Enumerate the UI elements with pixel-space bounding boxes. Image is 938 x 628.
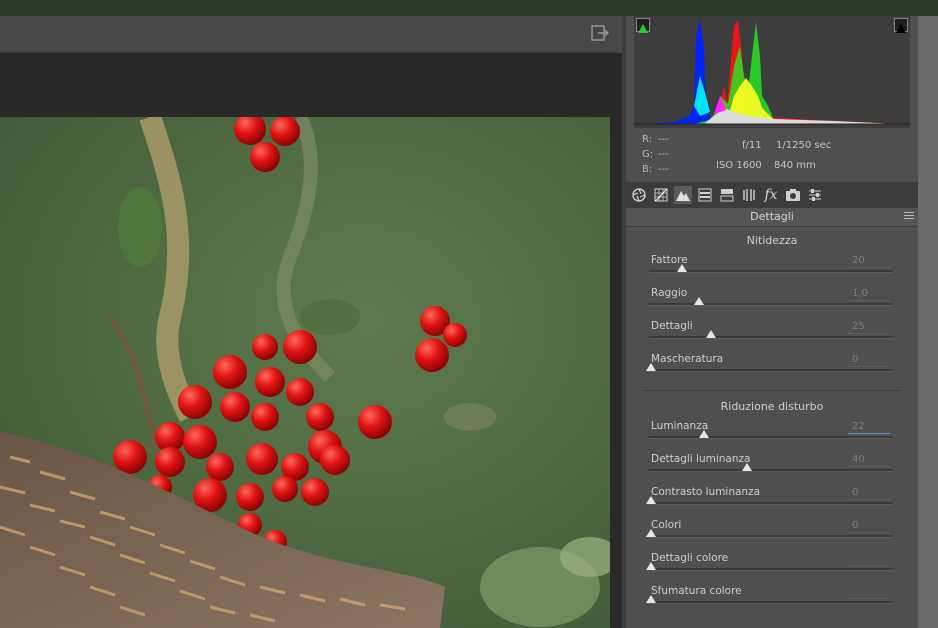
noise-label: Dettagli colore xyxy=(651,552,729,564)
tab-split-toning[interactable] xyxy=(718,186,736,204)
noise-value-field[interactable]: 40 xyxy=(848,454,890,467)
mountain-detail-icon xyxy=(676,191,690,201)
b-value: --- xyxy=(658,164,669,175)
split-toning-icon xyxy=(720,189,734,202)
hsl-icon xyxy=(698,188,712,202)
noise-slider-track[interactable] xyxy=(649,436,893,439)
panel-title-text: Dettagli xyxy=(750,210,794,223)
noise-label: Sfumatura colore xyxy=(651,585,742,597)
noise-value-field[interactable]: 0 xyxy=(848,520,890,533)
noise-slider-thumb[interactable] xyxy=(646,529,656,537)
sharpening-value-field[interactable]: 20 xyxy=(848,255,890,268)
noise-slider-track[interactable] xyxy=(649,601,893,604)
iso-value: ISO 1600 xyxy=(716,160,762,171)
window-edge xyxy=(918,16,938,628)
sharpening-slider-track[interactable] xyxy=(649,303,893,306)
g-label: G: xyxy=(642,149,654,160)
tab-tone-curve[interactable] xyxy=(652,186,670,204)
tab-detail[interactable] xyxy=(674,186,692,204)
presets-sliders-icon xyxy=(809,189,821,201)
sharpening-value-field[interactable]: 25 xyxy=(848,321,890,334)
noise-label: Dettagli luminanza xyxy=(651,453,751,465)
photo-image xyxy=(0,117,610,628)
tab-hsl[interactable] xyxy=(696,186,714,204)
exif-readout: R: --- G: --- B: --- f/11 1/1250 sec ISO 16… xyxy=(634,130,910,182)
tone-curve-icon xyxy=(654,188,668,202)
panel-title: Dettagli xyxy=(626,208,918,227)
histogram xyxy=(634,16,910,128)
noise-slider-track[interactable] xyxy=(649,568,893,571)
sharpening-label: Raggio xyxy=(651,287,688,299)
aperture-value: f/11 xyxy=(742,140,762,151)
sharpening-value-field[interactable]: 0 xyxy=(848,354,890,367)
sharpening-slider-thumb[interactable] xyxy=(706,330,716,338)
g-value: --- xyxy=(658,149,669,160)
panel-menu-icon[interactable] xyxy=(904,212,914,221)
histogram-graph xyxy=(634,20,910,125)
noise-slider-track[interactable] xyxy=(649,469,893,472)
sharpening-label: Dettagli xyxy=(651,320,693,332)
sharpening-value-field[interactable]: 1,0 xyxy=(848,288,890,301)
noise-slider-thumb[interactable] xyxy=(646,496,656,504)
r-value: --- xyxy=(658,134,669,145)
sharpening-slider-thumb[interactable] xyxy=(646,363,656,371)
tab-basic[interactable] xyxy=(630,186,648,204)
b-label: B: xyxy=(642,164,653,175)
noise-reduction-title: Riduzione disturbo xyxy=(720,400,824,413)
noise-slider-thumb[interactable] xyxy=(646,562,656,570)
image-preview-area[interactable] xyxy=(0,53,622,628)
aperture-icon xyxy=(632,188,646,202)
tab-camera-calibration[interactable] xyxy=(784,186,802,204)
noise-slider-track[interactable] xyxy=(649,535,893,538)
section-separator xyxy=(644,390,900,391)
noise-slider-thumb[interactable] xyxy=(742,463,752,471)
noise-slider-thumb[interactable] xyxy=(698,430,709,438)
r-label: R: xyxy=(642,134,653,145)
sharpening-slider-thumb[interactable] xyxy=(677,264,688,272)
tab-presets[interactable] xyxy=(806,186,824,204)
panel-tabs: fx xyxy=(626,182,918,208)
noise-value-field[interactable] xyxy=(848,586,890,599)
noise-value-field[interactable]: 22 xyxy=(848,421,890,434)
fx-icon: fx xyxy=(764,187,778,203)
photo-preview[interactable] xyxy=(0,117,610,628)
noise-slider-track[interactable] xyxy=(649,502,893,505)
sharpening-slider-thumb[interactable] xyxy=(694,297,704,305)
lens-icon xyxy=(743,189,755,201)
top-toolbar xyxy=(0,16,618,53)
noise-value-field[interactable] xyxy=(848,553,890,566)
sharpening-slider-track[interactable] xyxy=(649,369,893,372)
right-panel: R: --- G: --- B: --- f/11 1/1250 sec ISO 16… xyxy=(626,16,918,628)
sharpening-title: Nitidezza xyxy=(746,234,798,247)
tab-effects[interactable]: fx xyxy=(762,186,780,204)
shutter-value: 1/1250 sec xyxy=(776,140,832,151)
tab-lens-corrections[interactable] xyxy=(740,186,758,204)
noise-label: Contrasto luminanza xyxy=(651,486,761,498)
sharpening-slider-track[interactable] xyxy=(649,336,893,339)
sharpening-label: Mascheratura xyxy=(651,353,724,365)
noise-value-field[interactable]: 0 xyxy=(848,487,890,500)
camera-raw-window: R: --- G: --- B: --- f/11 1/1250 sec ISO 16… xyxy=(0,16,938,628)
camera-icon xyxy=(786,189,800,201)
noise-slider-thumb[interactable] xyxy=(646,595,656,603)
exit-fullscreen-icon[interactable] xyxy=(590,24,610,42)
focal-length-value: 840 mm xyxy=(774,160,816,171)
